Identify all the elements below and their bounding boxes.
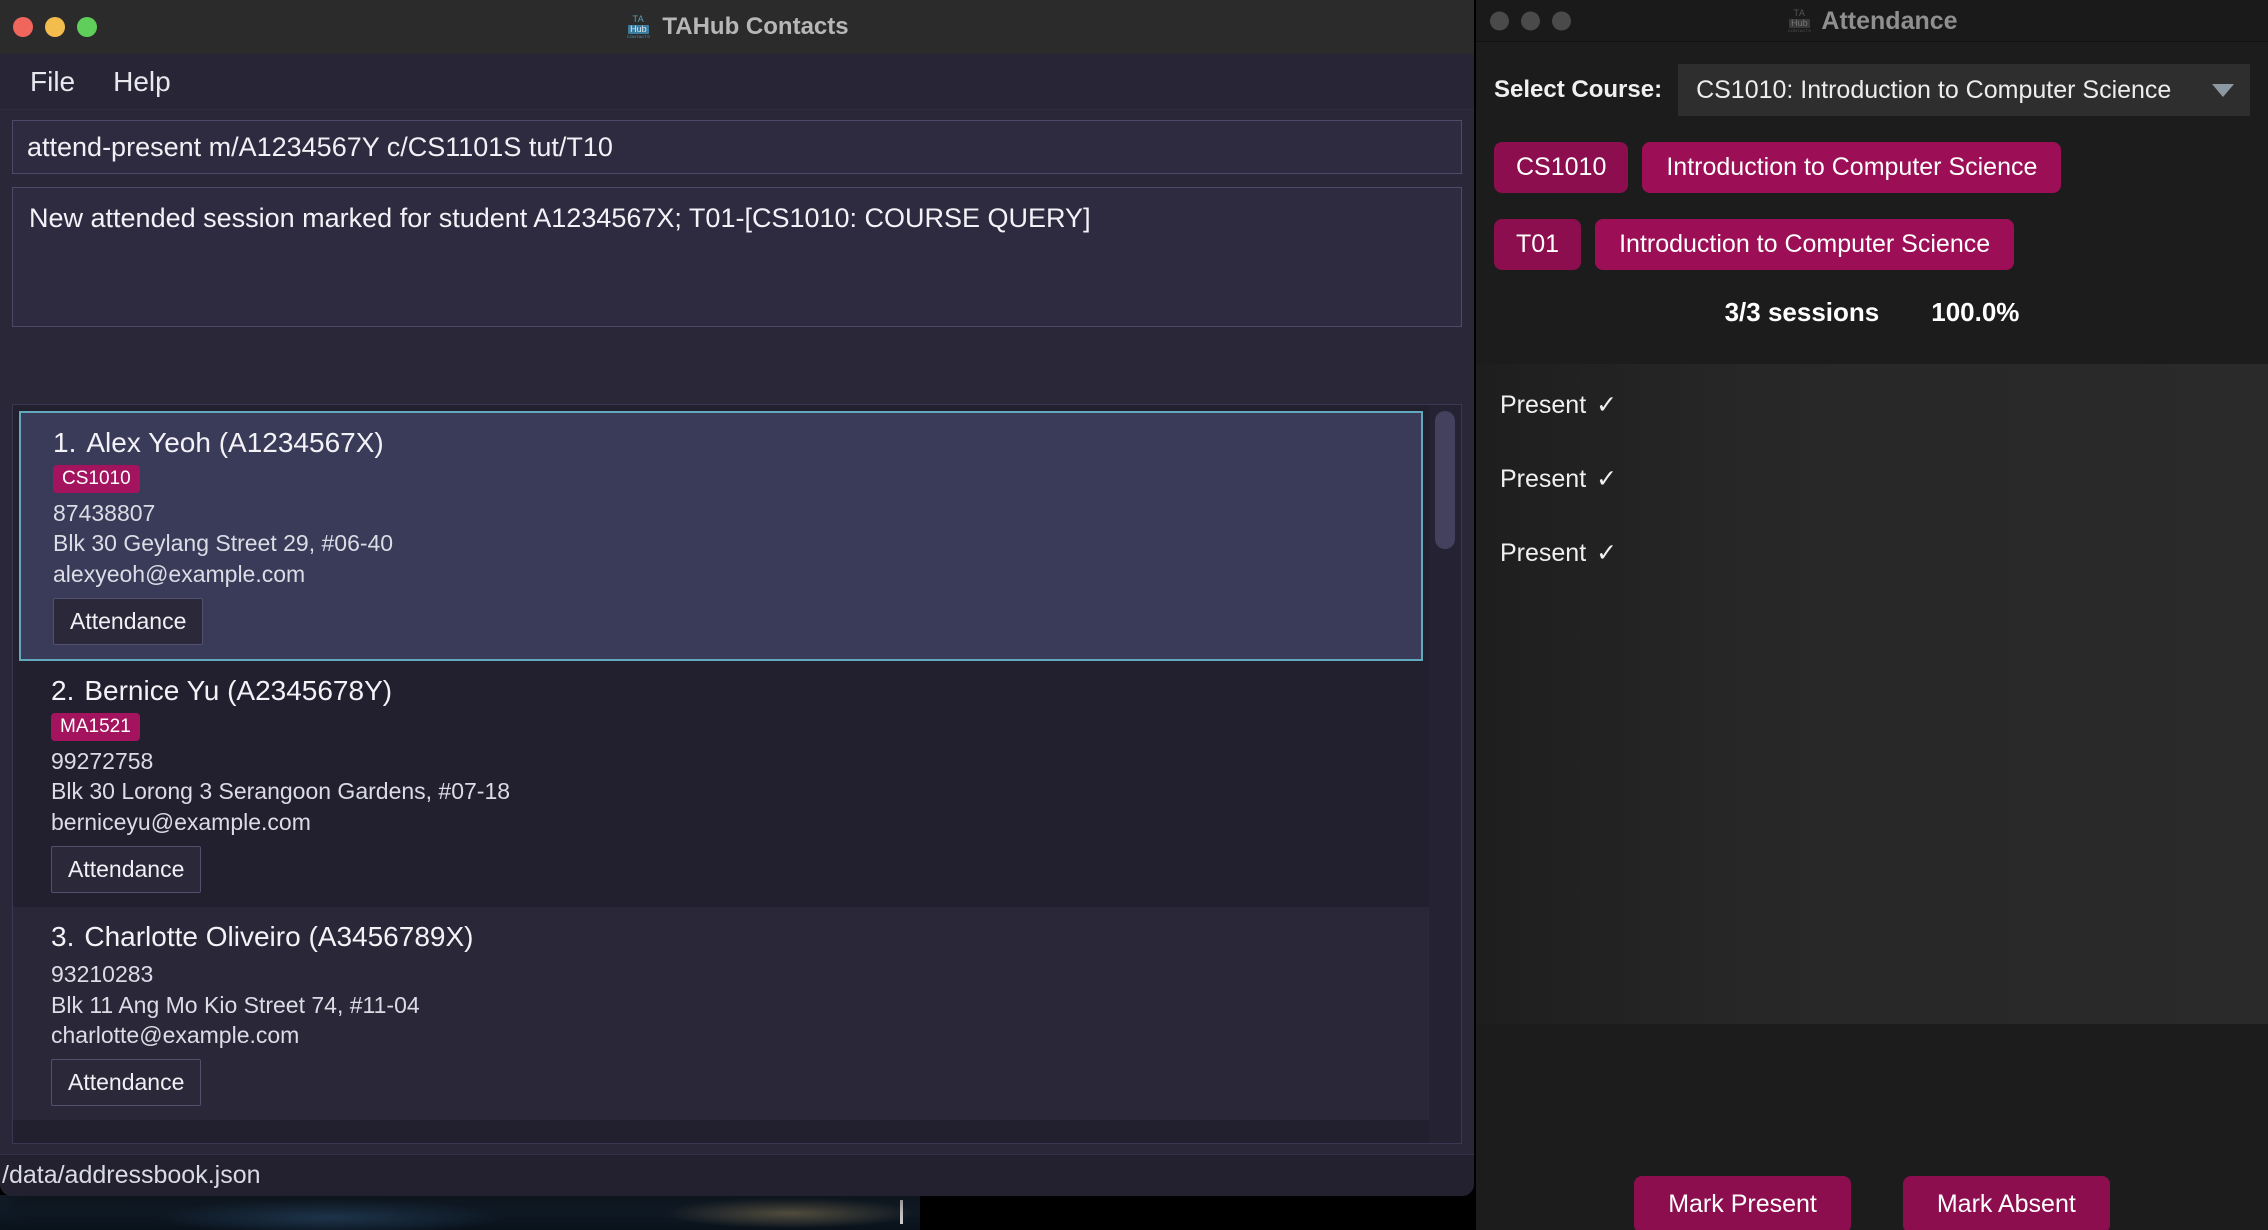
contact-student-id: (A1234567X) (219, 427, 384, 458)
contact-phone: 99272758 (51, 746, 1429, 776)
tutorial-chip-row: T01 Introduction to Computer Science (1476, 193, 2268, 270)
course-name-chip[interactable]: Introduction to Computer Science (1642, 142, 2061, 193)
contact-name: Charlotte Oliveiro (84, 921, 300, 952)
contact-address: Blk 11 Ang Mo Kio Street 74, #11-04 (51, 990, 1429, 1020)
session-status: Present (1500, 465, 1586, 493)
list-item[interactable]: 3. Charlotte Oliveiro (A3456789X) 9321028… (13, 907, 1429, 1120)
check-icon: ✓ (1596, 465, 1617, 493)
right-window-title-group: TA Hub CONTACTS Attendance (1476, 0, 2268, 42)
desktop-wallpaper (0, 1195, 920, 1230)
session-status: Present (1500, 539, 1586, 567)
result-display: New attended session marked for student … (12, 187, 1462, 327)
status-bar: /data/addressbook.json (0, 1154, 1474, 1196)
contact-index: 1. (53, 427, 76, 458)
contact-name-row: 3. Charlotte Oliveiro (A3456789X) (51, 921, 1429, 953)
check-icon: ✓ (1596, 539, 1617, 567)
left-panel-body: attend-present m/A1234567Y c/CS1101S tut… (0, 110, 1474, 1154)
contact-index: 3. (51, 921, 74, 952)
attendance-body: Select Course: CS1010: Introduction to C… (1476, 42, 2268, 1230)
logo-sub-text: CONTACTS (1788, 29, 1811, 33)
tahub-contacts-window: TA Hub CONTACTS TAHub Contacts File Help… (0, 0, 1474, 1196)
attendance-percentage: 100.0% (1931, 297, 2019, 328)
contact-email: berniceyu@example.com (51, 807, 1429, 837)
scrollbar-thumb[interactable] (1435, 411, 1455, 549)
session-row[interactable]: Present ✓ (1500, 380, 2268, 454)
sessions-count: 3/3 sessions (1725, 297, 1880, 328)
tutorial-code-chip[interactable]: T01 (1494, 219, 1581, 270)
mark-present-button[interactable]: Mark Present (1634, 1176, 1851, 1230)
left-window-titlebar: TA Hub CONTACTS TAHub Contacts (0, 0, 1474, 54)
attendance-window: TA Hub CONTACTS Attendance Select Course… (1476, 0, 2268, 1230)
session-row[interactable]: Present ✓ (1500, 454, 2268, 528)
list-item[interactable]: 2. Bernice Yu (A2345678Y) MA1521 99272758… (13, 661, 1429, 907)
course-select-dropdown[interactable]: CS1010: Introduction to Computer Science (1678, 64, 2250, 116)
contact-address: Blk 30 Lorong 3 Serangoon Gardens, #07-1… (51, 776, 1429, 806)
attendance-actions: Mark Present Mark Absent (1476, 1160, 2268, 1230)
logo-mid-text: Hub (1789, 19, 1810, 28)
screen-root: TA Hub CONTACTS TAHub Contacts File Help… (0, 0, 2268, 1230)
terminal-caret (900, 1200, 903, 1224)
attendance-stats: 3/3 sessions 100.0% (1476, 270, 2268, 328)
logo-top-text: TA (1794, 9, 1806, 18)
command-input[interactable]: attend-present m/A1234567Y c/CS1101S tut… (12, 120, 1462, 174)
right-window-titlebar: TA Hub CONTACTS Attendance (1476, 0, 2268, 42)
attendance-button[interactable]: Attendance (51, 846, 201, 893)
contact-name-row: 2. Bernice Yu (A2345678Y) (51, 675, 1429, 707)
attendance-button[interactable]: Attendance (53, 598, 203, 645)
contact-phone: 87438807 (53, 498, 1421, 528)
menu-item-file[interactable]: File (16, 63, 89, 101)
course-code-chip[interactable]: CS1010 (1494, 142, 1628, 193)
session-status: Present (1500, 391, 1586, 419)
logo-top-text: TA (632, 15, 644, 24)
left-window-title: TAHub Contacts (662, 13, 848, 41)
contact-address: Blk 30 Geylang Street 29, #06-40 (53, 528, 1421, 558)
logo-mid-text: Hub (628, 25, 649, 34)
session-row[interactable]: Present ✓ (1500, 528, 2268, 602)
course-tag[interactable]: MA1521 (51, 713, 140, 741)
contact-email: charlotte@example.com (51, 1020, 1429, 1050)
course-select-value: CS1010: Introduction to Computer Science (1696, 76, 2171, 105)
contact-student-id: (A3456789X) (308, 921, 473, 952)
attendance-button[interactable]: Attendance (51, 1059, 201, 1106)
course-chip-row: CS1010 Introduction to Computer Science (1476, 116, 2268, 193)
check-icon: ✓ (1596, 391, 1617, 419)
contact-name: Bernice Yu (84, 675, 219, 706)
contact-name: Alex Yeoh (86, 427, 211, 458)
chevron-down-icon (2212, 84, 2234, 97)
contact-list: 1.Alex Yeoh (A1234567X) CS1010 87438807 … (12, 404, 1462, 1144)
select-course-label: Select Course: (1494, 76, 1662, 104)
mark-absent-button[interactable]: Mark Absent (1903, 1176, 2110, 1230)
select-course-row: Select Course: CS1010: Introduction to C… (1476, 42, 2268, 116)
tahub-logo-icon: TA Hub CONTACTS (625, 12, 651, 42)
tutorial-name-chip[interactable]: Introduction to Computer Science (1595, 219, 2014, 270)
menu-item-help[interactable]: Help (99, 63, 185, 101)
contact-index: 2. (51, 675, 74, 706)
contact-phone: 93210283 (51, 959, 1429, 989)
contact-list-inner: 1.Alex Yeoh (A1234567X) CS1010 87438807 … (13, 405, 1429, 1143)
command-input-value: attend-present m/A1234567Y c/CS1101S tut… (27, 132, 613, 163)
contact-student-id: (A2345678Y) (227, 675, 392, 706)
left-window-title-group: TA Hub CONTACTS TAHub Contacts (0, 0, 1474, 54)
right-window-title: Attendance (1821, 7, 1957, 36)
menu-bar: File Help (0, 54, 1474, 110)
session-list: Present ✓ Present ✓ Present ✓ (1476, 364, 2268, 1024)
contact-list-scrollbar[interactable] (1429, 405, 1461, 1143)
contact-email: alexyeoh@example.com (53, 559, 1421, 589)
list-item[interactable]: 1.Alex Yeoh (A1234567X) CS1010 87438807 … (19, 411, 1423, 661)
result-display-text: New attended session marked for student … (29, 203, 1091, 233)
logo-sub-text: CONTACTS (627, 35, 650, 39)
contact-name-row: 1. Alex Yeoh (A1234567X) (53, 427, 1421, 459)
status-bar-path: /data/addressbook.json (2, 1161, 261, 1190)
tahub-logo-icon: TA Hub CONTACTS (1786, 6, 1812, 36)
course-tag[interactable]: CS1010 (53, 465, 140, 493)
